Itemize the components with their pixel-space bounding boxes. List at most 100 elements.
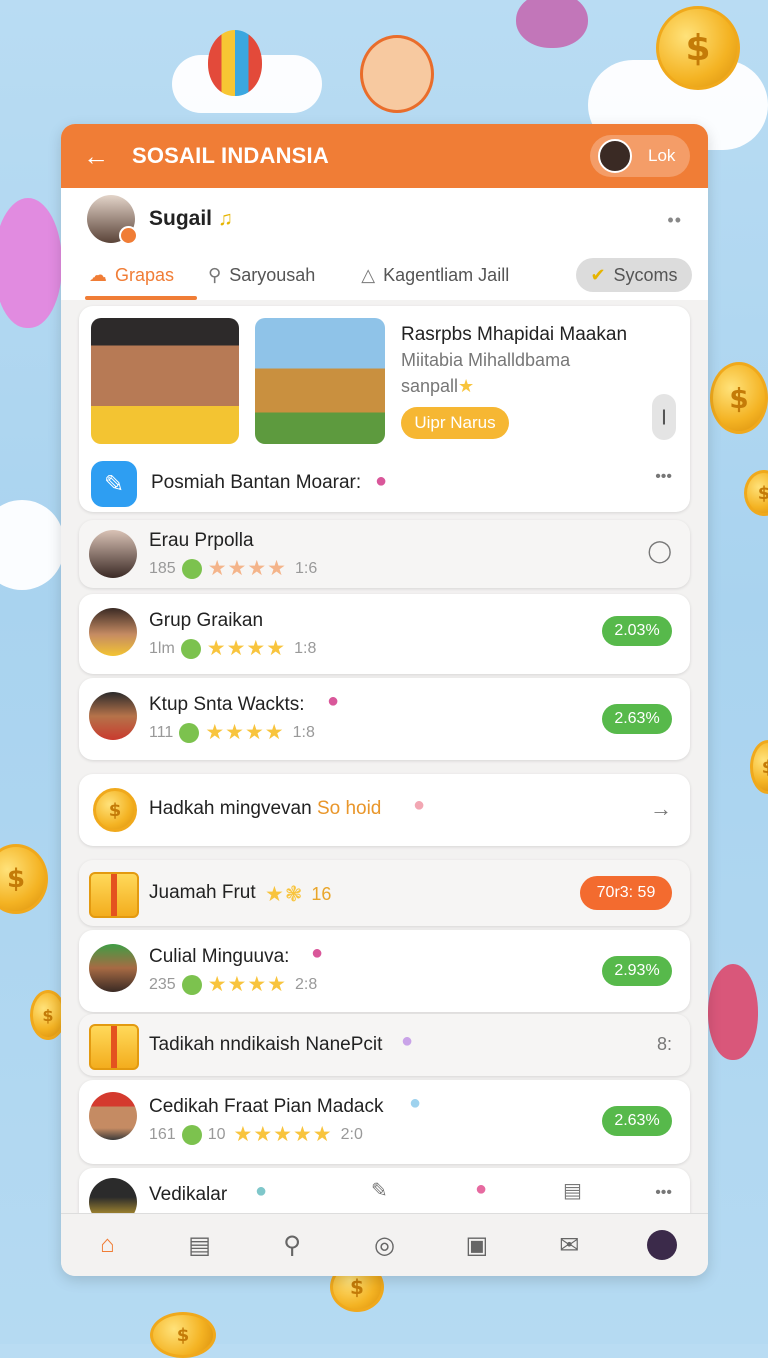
tab-sycoms[interactable]: ✔ Sycoms [576,258,692,292]
row-title: Hadkah mingvevan So hoid [149,798,381,820]
percent-badge: 2.03% [602,616,672,646]
tab-kagentliam-jaill[interactable]: △ Kagentliam Jaill [361,250,509,300]
row-count: 1lm [149,639,175,657]
cta-button[interactable]: Uipr Narus [401,407,509,439]
avatar [89,1092,137,1140]
row-title: Erau Prpolla [149,530,254,551]
list-item[interactable]: Culial Minguuva: ● 235 ★★★★ 2:8 2.93% [79,930,690,1012]
coin-icon: $ [656,6,740,90]
person-photo[interactable] [91,318,239,444]
row-meta: 161 10 ★★★★★ 2:0 [149,1122,363,1147]
home-icon[interactable]: ⌂ [87,1225,127,1265]
row-count: 161 [149,1125,176,1143]
search-icon[interactable]: ⚲ [272,1225,312,1265]
row-score: 2:0 [340,1125,363,1143]
row-title: Grup Graikan [149,610,264,631]
login-label: Lok [648,146,676,165]
gift-icon [89,872,139,918]
countdown-timer[interactable]: 70r3: 59 [580,876,672,910]
login-button[interactable]: Lok [590,135,690,177]
coin-icon: $ [150,1312,216,1358]
list-item[interactable]: Ktup Snta Wackts: ● 111 ★★★★ 1:8 2.63% [79,678,690,760]
active-tab-indicator [85,296,197,300]
temple-photo[interactable] [255,318,385,444]
tab-label: Saryousah [229,264,316,285]
row-title: Juamah Frut [149,882,256,903]
avatar[interactable] [87,195,138,245]
mail-icon[interactable]: ✉ [549,1225,589,1265]
coin-icon: $ [710,362,768,434]
star-rating: ★★★★ [207,557,288,580]
row-count-2: 10 [207,1125,226,1143]
more-icon[interactable]: ••• [655,468,672,486]
tab-label: Grapas [115,264,175,285]
star-rating: ★★★★ [207,973,288,996]
row-score: 1:8 [292,723,315,741]
row-title: Tadikah nndikaish NanePcit [149,1034,383,1055]
row-meta: 235 ★★★★ 2:8 [149,972,317,997]
row-title: Culial Minguuva: [149,946,290,967]
tab-label: Sycoms [613,264,678,285]
row-count: 111 [149,723,174,741]
pig-icon: ● [401,1030,414,1052]
coin-icon: $ [93,788,137,832]
back-arrow-icon[interactable]: ← [83,143,109,169]
fox-icon: ● [255,1180,268,1202]
percent-badge: 2.63% [602,704,672,734]
row-meta: 111 ★★★★ 1:8 [149,720,315,745]
row-title: Ktup Snta Wackts: [149,694,305,715]
row-score: 1:6 [295,559,318,577]
scroll-handle[interactable]: | [652,394,676,440]
bookmark-icon[interactable]: ▣ [457,1225,497,1265]
avatar [89,530,137,578]
star-rating: ★★★★★ [233,1123,333,1146]
coin-icon: $ [744,470,768,516]
row-score: 1:8 [294,639,317,657]
featured-card[interactable]: Rasrpbs Mhapidai Maakan Miitabia Mihalld… [79,306,690,512]
avatar [89,608,137,656]
cloud-decoration [0,500,64,590]
featured-title: Rasrpbs Mhapidai Maakan [401,324,628,345]
row-count: 16 [311,884,332,904]
search-icon: ⚲ [208,264,222,285]
featured-caption-text: sanpall [401,376,459,396]
list-item[interactable]: Juamah Frut ★❃ 16 70r3: 59 [79,860,690,926]
percent-badge: 2.63% [602,1106,672,1136]
profile-name: Sugail [149,207,213,230]
promo-text: Posmiah Bantan Moarar: [151,472,362,493]
star-rating: ★★★★ [205,721,285,744]
row-meta: ★❃ 16 [265,882,331,907]
list-item[interactable]: Tadikah nndikaish NanePcit ● 8: [79,1014,690,1076]
candy-icon: ● [327,690,340,712]
profile-icon[interactable] [642,1225,682,1265]
tab-grapas[interactable]: ☁ Grapas [89,250,174,300]
record-icon[interactable]: ◯ [647,538,672,564]
star-rating: ★★★★ [206,637,287,660]
triangle-icon: △ [361,264,376,285]
coin-icon: $ [0,844,48,914]
leaf-icon [181,974,202,995]
fruit-icon: ● [475,1178,488,1200]
list-item[interactable]: $ Hadkah mingvevan So hoid ● → [79,774,690,846]
list-item[interactable]: Cedikah Fraat Pian Madack ● 161 10 ★★★★★ 2:… [79,1080,690,1164]
edit-icon[interactable]: ✎ [371,1178,388,1203]
chart-icon[interactable]: ▤ [563,1178,582,1203]
coin-icon: $ [750,740,768,794]
row-score: 2:8 [295,975,318,993]
cloud-icon: ☁ [89,264,107,285]
more-icon[interactable]: •• [667,210,682,231]
chevron-right-icon[interactable]: → [650,796,672,822]
list-item[interactable]: Grup Graikan 1lm ★★★★ 1:8 2.03% [79,594,690,674]
more-icon[interactable]: ••• [655,1184,672,1202]
list-item[interactable]: Erau Prpolla 185 ★★★★ 1:6 ◯ [79,520,690,588]
bottom-nav: ⌂ ▤ ⚲ ◎ ▣ ✉ [61,1213,708,1276]
row-title: Cedikah Fraat Pian Madack [149,1096,384,1117]
fruit-icon [708,964,758,1060]
avatar [89,944,137,992]
tab-saryousah[interactable]: ⚲ Saryousah [208,250,315,300]
face-icon: ● [409,1092,422,1114]
list-icon[interactable]: ▤ [180,1225,220,1265]
leaf-icon [181,1124,202,1145]
pig-icon: ● [413,794,426,816]
explore-icon[interactable]: ◎ [364,1225,404,1265]
